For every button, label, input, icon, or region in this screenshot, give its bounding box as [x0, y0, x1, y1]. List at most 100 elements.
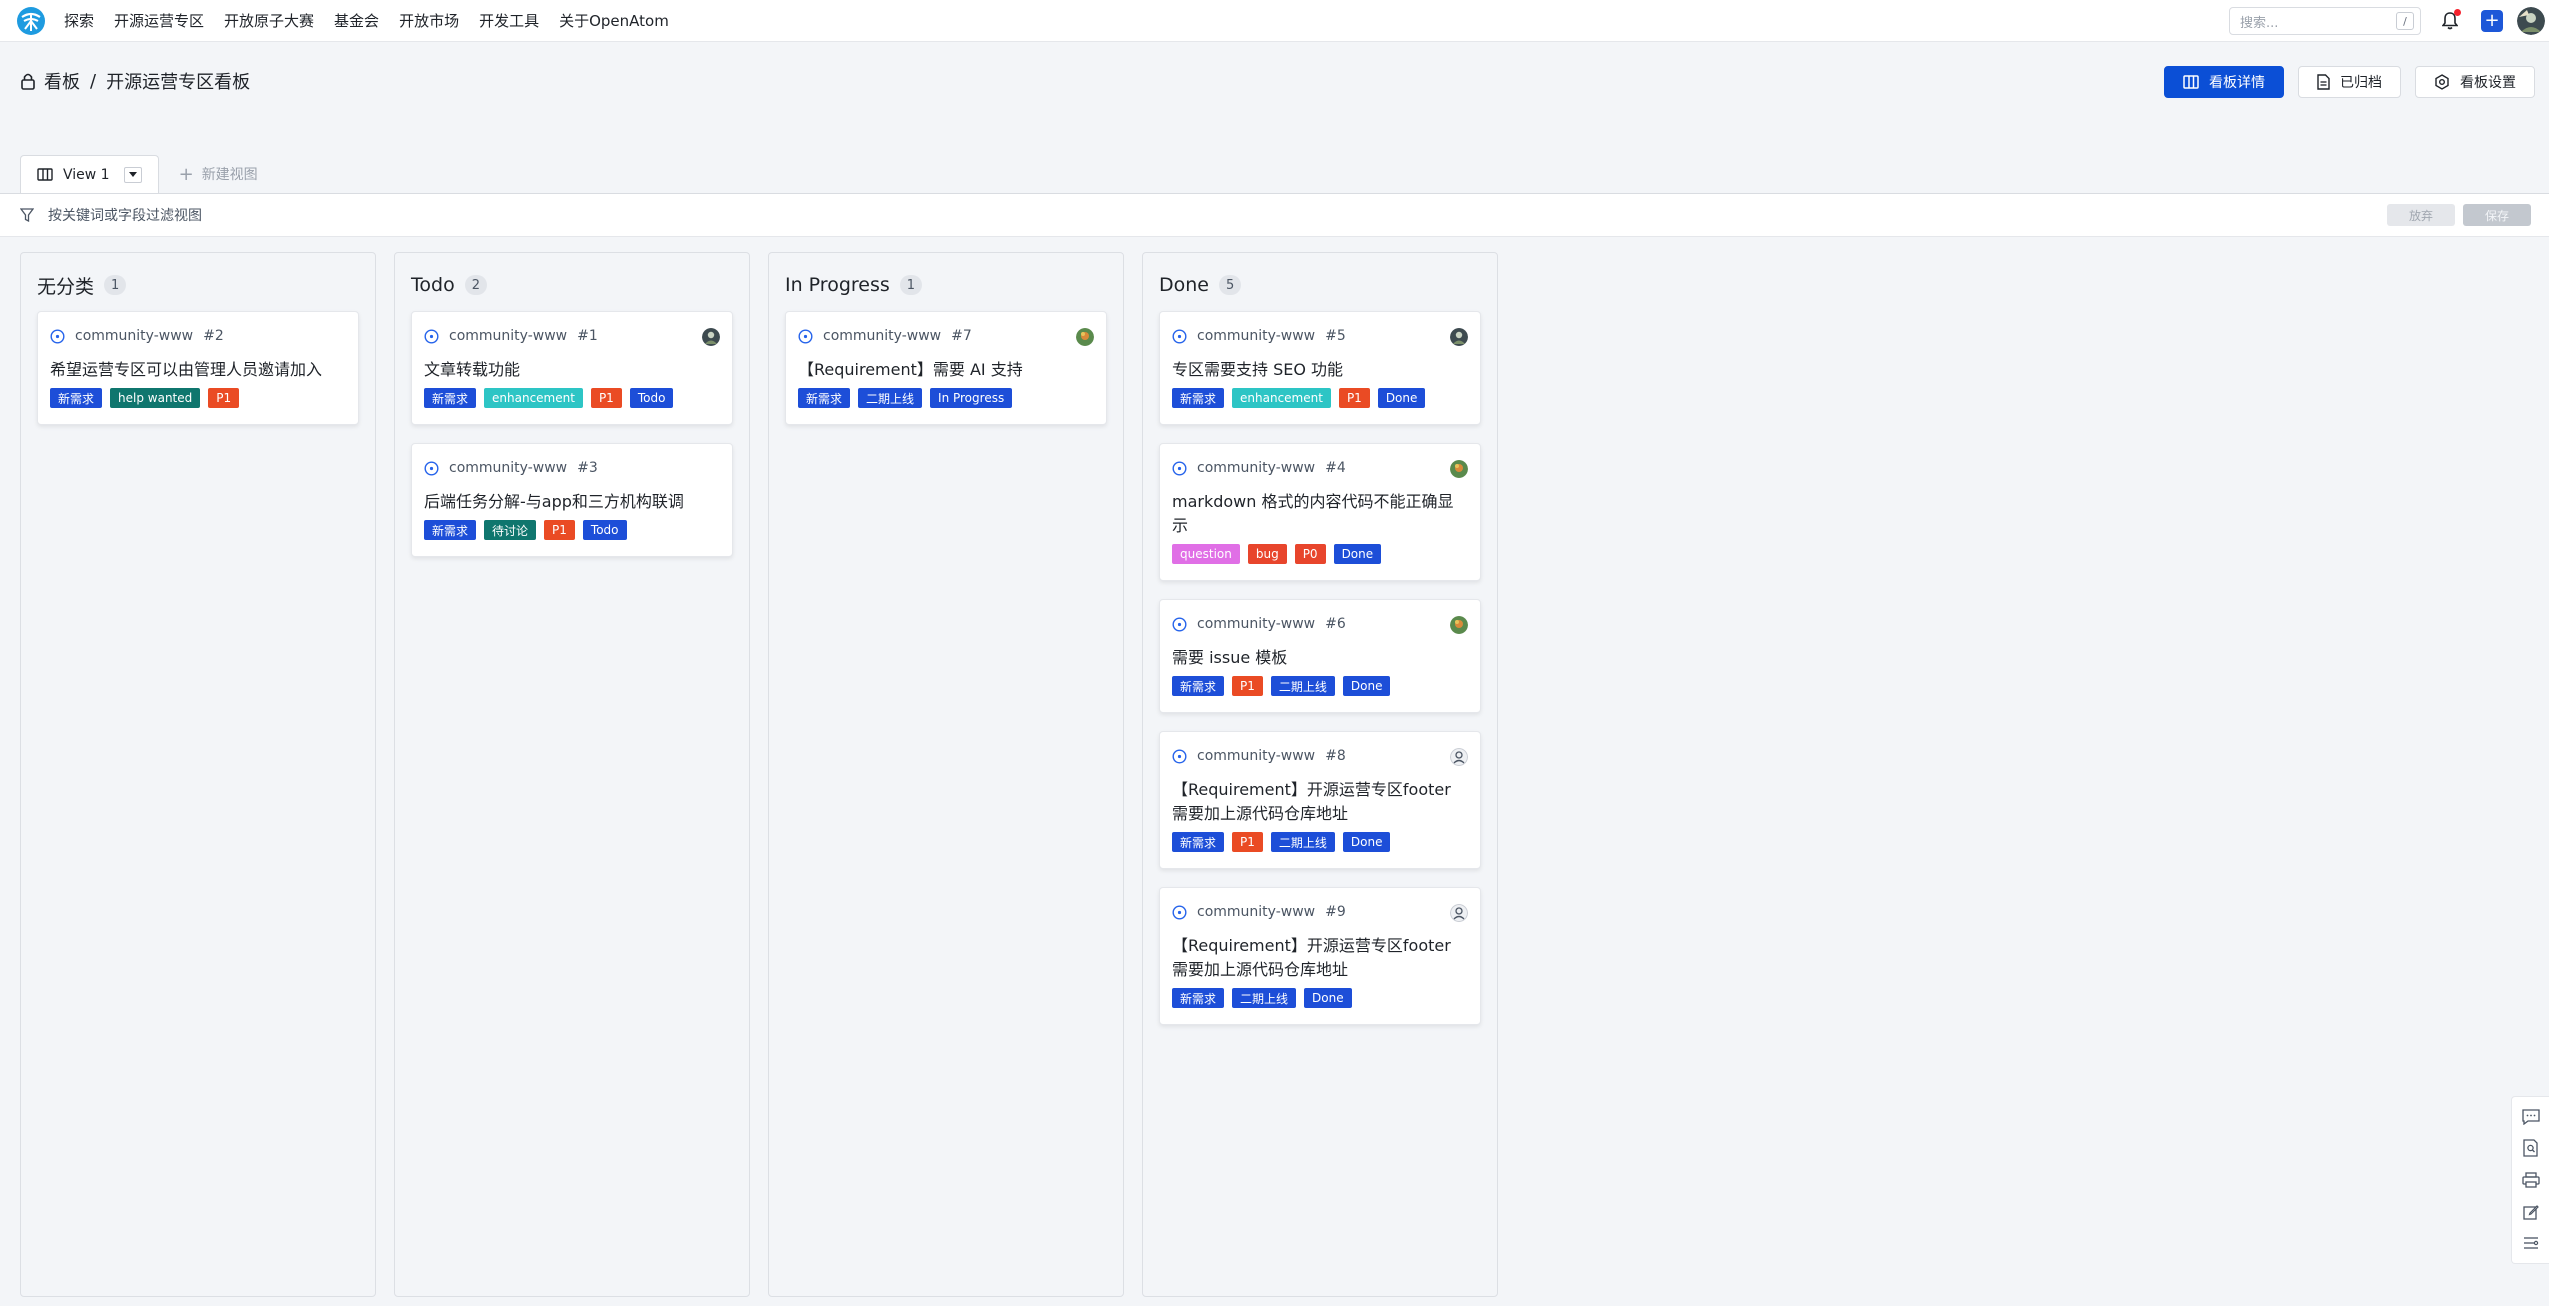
- nav-item[interactable]: 开放市场: [399, 10, 459, 31]
- column-count-badge: 2: [464, 275, 487, 295]
- assignee-avatar[interactable]: [1450, 328, 1468, 346]
- edit-icon[interactable]: [2521, 1202, 2541, 1222]
- card-number: #9: [1325, 904, 1346, 920]
- issue-card[interactable]: community-www #2 希望运营专区可以由管理人员邀请加入 新需求 help …: [37, 311, 359, 425]
- label-tag: P1: [1232, 676, 1263, 696]
- label-tag: Done: [1304, 988, 1352, 1008]
- board-column: In Progress 1 community-www #7 【Requirement】…: [768, 252, 1124, 1297]
- issue-card[interactable]: community-www #1 文章转载功能 新需求 enhancement P1 Tod…: [411, 311, 733, 425]
- view-tabs: View 1 + 新建视图: [20, 155, 258, 193]
- lock-icon: [20, 72, 36, 90]
- card-repo[interactable]: community-www: [449, 460, 567, 476]
- card-repo[interactable]: community-www: [1197, 748, 1315, 764]
- card-repo[interactable]: community-www: [1197, 616, 1315, 632]
- notification-bell-icon[interactable]: [2439, 9, 2461, 32]
- column-title: Done: [1159, 274, 1209, 296]
- nav-menu: 探索 开源运营专区 开放原子大赛 基金会 开放市场 开发工具 关于OpenAtom: [64, 10, 689, 31]
- issue-card[interactable]: community-www #6 需要 issue 模板 新需求 P1 二期上线 Done: [1159, 599, 1481, 713]
- chevron-down-icon[interactable]: [123, 166, 142, 183]
- label-tag: 新需求: [1172, 676, 1225, 696]
- card-repo[interactable]: community-www: [1197, 904, 1315, 920]
- card-title[interactable]: 专区需要支持 SEO 功能: [1172, 358, 1468, 382]
- print-icon[interactable]: [2521, 1170, 2541, 1190]
- issue-card[interactable]: community-www #4 markdown 格式的内容代码不能正确显示 que…: [1159, 443, 1481, 581]
- board-settings-button[interactable]: 看板设置: [2415, 66, 2535, 98]
- filter-icon: [20, 208, 34, 222]
- openatom-logo-icon[interactable]: [16, 6, 46, 36]
- open-issue-icon: [1172, 748, 1187, 764]
- card-repo[interactable]: community-www: [1197, 328, 1315, 344]
- card-title[interactable]: 后端任务分解-与app和三方机构联调: [424, 490, 720, 514]
- comment-icon[interactable]: [2521, 1107, 2541, 1127]
- board-column: Done 5 community-www #5 专区需要支持 SEO 功能 新需求 enha…: [1142, 252, 1498, 1297]
- nav-item[interactable]: 探索: [64, 10, 94, 31]
- issue-card[interactable]: community-www #9 【Requirement】开源运营专区footer…: [1159, 887, 1481, 1025]
- card-title[interactable]: markdown 格式的内容代码不能正确显示: [1172, 490, 1468, 538]
- open-issue-icon: [50, 328, 65, 344]
- card-title[interactable]: 希望运营专区可以由管理人员邀请加入: [50, 358, 346, 382]
- card-title[interactable]: 需要 issue 模板: [1172, 646, 1468, 670]
- assignee-avatar[interactable]: [1450, 460, 1468, 478]
- filter-input[interactable]: 按关键词或字段过滤视图: [48, 205, 202, 225]
- label-tag: 二期上线: [1270, 676, 1335, 696]
- card-repo[interactable]: community-www: [1197, 460, 1315, 476]
- search-shortcut-key: /: [2396, 12, 2414, 30]
- create-plus-button[interactable]: +: [2481, 10, 2503, 32]
- assignee-avatar[interactable]: [1450, 616, 1468, 634]
- label-tag: 新需求: [424, 388, 477, 408]
- document-icon: [2317, 74, 2330, 90]
- card-repo[interactable]: community-www: [75, 328, 193, 344]
- card-number: #6: [1325, 616, 1346, 632]
- search-placeholder: 搜索...: [2240, 15, 2279, 31]
- board-column: 无分类 1 community-www #2 希望运营专区可以由管理人员邀请加入 新需求 h…: [20, 252, 376, 1297]
- card-title[interactable]: 【Requirement】开源运营专区footer需要加上源代码仓库地址: [1172, 934, 1468, 982]
- breadcrumb-root[interactable]: 看板: [44, 68, 80, 94]
- top-nav: 探索 开源运营专区 开放原子大赛 基金会 开放市场 开发工具 关于OpenAtom 搜索..…: [0, 0, 2549, 42]
- card-repo[interactable]: community-www: [449, 328, 567, 344]
- archived-label: 已归档: [2340, 75, 2382, 91]
- filter-bar[interactable]: 按关键词或字段过滤视图 放弃 保存: [0, 193, 2549, 237]
- issue-card[interactable]: community-www #8 【Requirement】开源运营专区footer…: [1159, 731, 1481, 869]
- issue-card[interactable]: community-www #7 【Requirement】需要 AI 支持 新需求二…: [785, 311, 1107, 425]
- nav-item[interactable]: 开放原子大赛: [224, 10, 314, 31]
- assignee-avatar[interactable]: [1450, 748, 1468, 766]
- issue-card[interactable]: community-www #5 专区需要支持 SEO 功能 新需求 enhanceme…: [1159, 311, 1481, 425]
- issue-card[interactable]: community-www #3 后端任务分解-与app和三方机构联调 新需求 待讨论 P…: [411, 443, 733, 557]
- column-count-badge: 1: [104, 275, 127, 295]
- label-tag: 新需求: [424, 520, 477, 540]
- nav-item[interactable]: 开源运营专区: [114, 10, 204, 31]
- assignee-avatar[interactable]: [702, 328, 720, 346]
- card-meta: community-www #4: [1172, 458, 1468, 478]
- user-avatar[interactable]: [2517, 7, 2545, 35]
- card-title[interactable]: 文章转载功能: [424, 358, 720, 382]
- card-tags: 新需求 待讨论 P1 Todo: [424, 520, 720, 540]
- save-button[interactable]: 保存: [2463, 204, 2531, 226]
- label-tag: enhancement: [1232, 388, 1331, 408]
- doc-search-icon[interactable]: [2521, 1138, 2541, 1158]
- card-title[interactable]: 【Requirement】需要 AI 支持: [798, 358, 1094, 382]
- open-issue-icon: [798, 328, 813, 344]
- board-details-button[interactable]: 看板详情: [2164, 66, 2284, 98]
- abandon-button[interactable]: 放弃: [2387, 204, 2455, 226]
- assignee-avatar[interactable]: [1450, 904, 1468, 922]
- open-issue-icon: [1172, 328, 1187, 344]
- assignee-avatar[interactable]: [1076, 328, 1094, 346]
- tab-view-1[interactable]: View 1: [20, 155, 159, 193]
- nav-item[interactable]: 开发工具: [479, 10, 539, 31]
- card-title[interactable]: 【Requirement】开源运营专区footer需要加上源代码仓库地址: [1172, 778, 1468, 826]
- label-tag: P1: [208, 388, 240, 408]
- label-tag: help wanted: [110, 388, 201, 408]
- list-settings-icon[interactable]: [2521, 1233, 2541, 1253]
- nav-item[interactable]: 关于OpenAtom: [559, 10, 669, 31]
- card-repo[interactable]: community-www: [823, 328, 941, 344]
- label-tag: Todo: [582, 520, 627, 540]
- archived-button[interactable]: 已归档: [2298, 66, 2401, 98]
- kanban-board: 无分类 1 community-www #2 希望运营专区可以由管理人员邀请加入 新需求 h…: [20, 252, 1498, 1297]
- search-input[interactable]: 搜索... /: [2229, 7, 2421, 35]
- nav-item[interactable]: 基金会: [334, 10, 379, 31]
- board-column: Todo 2 community-www #1 文章转载功能 新需求 enhancement…: [394, 252, 750, 1297]
- board-columns-icon: [2183, 75, 2199, 89]
- new-view-button[interactable]: + 新建视图: [179, 155, 258, 193]
- new-view-label: 新建视图: [201, 167, 258, 183]
- label-tag: P0: [1294, 544, 1326, 564]
